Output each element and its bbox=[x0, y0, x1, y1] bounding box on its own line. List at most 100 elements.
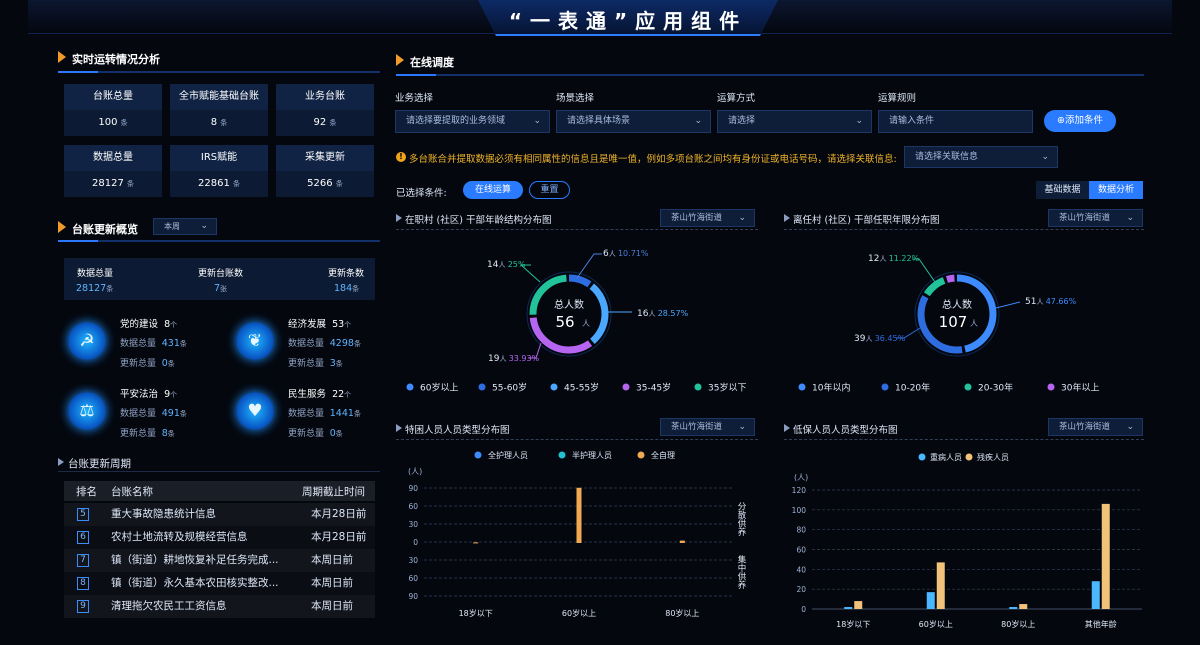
category-card: ⚖ 平安法治 9个 数据总量 491条 更新总量 8条 bbox=[64, 382, 224, 444]
filter-select-2[interactable]: 请选择 ⌄ bbox=[717, 110, 872, 133]
summary-label: 更新台账数 bbox=[198, 269, 244, 279]
unit: 条 bbox=[335, 360, 343, 368]
header-date: 周期截止时间 bbox=[302, 486, 365, 498]
table-row[interactable]: 5 重大事故隐患统计信息 本月28日前 bbox=[64, 503, 375, 526]
unit: 条 bbox=[179, 410, 187, 418]
table-row[interactable]: 6 农村土地流转及规模经营信息 本月28日前 bbox=[64, 526, 375, 549]
summary-label: 更新条数 bbox=[328, 269, 365, 279]
filter-select-3[interactable]: 请输入条件 bbox=[878, 110, 1033, 133]
reset-button[interactable]: 重置 bbox=[529, 181, 570, 199]
chevron-down-icon: ⌄ bbox=[1126, 213, 1134, 223]
tag-online-compute[interactable]: 在线运算 bbox=[463, 181, 523, 199]
unit: 条 bbox=[167, 430, 175, 438]
filter-select-0[interactable]: 请选择要提取的业务领域 ⌄ bbox=[395, 110, 550, 133]
legend-dot bbox=[918, 453, 926, 461]
slice-percent: 11.22% bbox=[889, 254, 920, 263]
donut-center-label: 总人数 bbox=[554, 298, 584, 311]
summary-label: 数据总量 bbox=[77, 269, 114, 279]
legend-label: 30年以上 bbox=[1061, 382, 1099, 394]
stat-label: 全市赋能基础台账 bbox=[170, 84, 268, 110]
table-row[interactable]: 8 镇（街道）永久基本农田核实整改... 本周日前 bbox=[64, 572, 375, 595]
legend-label: 45-55岁 bbox=[564, 382, 599, 394]
chart4-street-select[interactable]: 茶山竹海街道 ⌄ bbox=[1048, 418, 1143, 436]
y-tick: 80 bbox=[796, 526, 806, 535]
y-tick: 0 bbox=[801, 605, 806, 614]
bar bbox=[854, 601, 863, 609]
stat-number: 92 bbox=[313, 117, 327, 128]
stat-value: 100 条 bbox=[64, 110, 162, 136]
y-tick: 60 bbox=[408, 502, 418, 511]
slice-label: 12人 11.22% bbox=[868, 254, 920, 264]
rank-badge: 8 bbox=[77, 577, 89, 590]
unit: 条 bbox=[329, 119, 337, 127]
stat-value: 5266 条 bbox=[276, 171, 374, 197]
slice-percent: 10.71% bbox=[618, 249, 649, 258]
stat-card: 台账总量 100 条 bbox=[64, 84, 162, 136]
legend-label: 20-30年 bbox=[978, 382, 1013, 394]
filter-select-1[interactable]: 请选择具体场景 ⌄ bbox=[556, 110, 711, 133]
stat-card: 业务台账 92 条 bbox=[276, 84, 374, 136]
y-tick: 90 bbox=[408, 592, 418, 601]
category-name: 平安法治 9个 bbox=[120, 386, 177, 400]
total-label: 数据总量 bbox=[288, 339, 325, 349]
legend-dot bbox=[798, 383, 806, 391]
unit: 个 bbox=[170, 391, 178, 399]
filter-row: 业务选择 请选择要提取的业务领域 ⌄ 场景选择 请选择具体场景 ⌄ 运算方式 请选择 ⌄ 运算规则… bbox=[395, 90, 1035, 134]
chevron-down-icon: ⌄ bbox=[533, 116, 541, 126]
label-leader-line bbox=[576, 253, 602, 279]
legend-label: 60岁以上 bbox=[420, 382, 458, 394]
section-arrow-icon bbox=[58, 51, 66, 63]
chevron-down-icon: ⌄ bbox=[1126, 422, 1134, 432]
chart4-bars: 重病人员 残疾人员 (人) 120 100 80 60 40 20 0 18岁以下 60岁以上 80岁以… bbox=[792, 452, 1142, 629]
rank-badge: 5 bbox=[77, 508, 89, 521]
stat-label: 业务台账 bbox=[276, 84, 374, 110]
bar bbox=[844, 607, 853, 609]
stat-value: 8 条 bbox=[170, 110, 268, 136]
party-icon: ☭ bbox=[68, 322, 106, 360]
legend-label: 35-45岁 bbox=[636, 382, 671, 394]
unit: 条 bbox=[353, 340, 361, 348]
legend-dot bbox=[965, 453, 973, 461]
slice-label: 39人 36.45% bbox=[854, 334, 906, 344]
table-row[interactable]: 7 镇（街道）耕地恢复补足任务完成... 本周日前 bbox=[64, 549, 375, 572]
total-label: 数据总量 bbox=[120, 339, 157, 349]
ledger-name: 清理拖欠农民工工资信息 bbox=[111, 600, 227, 612]
y-unit: (人) bbox=[794, 473, 808, 482]
period-select[interactable]: 本周 ⌄ bbox=[153, 218, 217, 235]
category-name: 经济发展 53个 bbox=[288, 316, 351, 330]
category-list: ☭ 党的建设 8个 数据总量 431条 更新总量 0条 ❦ 经济发展 53个 数… bbox=[64, 312, 384, 442]
update-summary: 数据总量 28127条 更新台账数 7张 更新条数 184条 bbox=[64, 258, 375, 300]
deadline: 本月28日前 bbox=[311, 531, 367, 543]
unit: 条 bbox=[167, 360, 175, 368]
stat-number: 5266 bbox=[307, 178, 333, 189]
updated-label: 更新总量 bbox=[288, 429, 325, 439]
filter-placeholder: 请选择具体场景 bbox=[567, 116, 631, 126]
rank-badge: 9 bbox=[77, 600, 89, 613]
slice-percent: 28.57% bbox=[658, 309, 689, 318]
category-card: ♥ 民生服务 22个 数据总量 1441条 更新总量 0条 bbox=[232, 382, 392, 444]
bar bbox=[473, 542, 479, 544]
chart1-street-select[interactable]: 茶山竹海街道 ⌄ bbox=[660, 209, 755, 227]
rank-badge: 6 bbox=[77, 531, 89, 544]
chart3-title: 特困人员人员类型分布图 bbox=[405, 425, 510, 436]
slice-label: 16人 28.57% bbox=[637, 309, 689, 319]
updated-label: 更新总量 bbox=[120, 429, 157, 439]
chart3-street-select[interactable]: 茶山竹海街道 ⌄ bbox=[660, 418, 755, 436]
bar bbox=[1101, 503, 1110, 609]
add-condition-button[interactable]: ⊕添加条件 bbox=[1044, 110, 1116, 132]
unit: 个 bbox=[344, 321, 352, 329]
legend-dot bbox=[1047, 383, 1055, 391]
stat-number: 8 bbox=[210, 117, 218, 128]
updated-label: 更新总量 bbox=[288, 359, 325, 369]
tab-basic-data[interactable]: 基础数据 bbox=[1036, 181, 1089, 199]
donut-center-label: 总人数 bbox=[942, 298, 972, 311]
table-row[interactable]: 9 清理拖欠农民工工资信息 本周日前 bbox=[64, 595, 375, 618]
related-info-select[interactable]: 请选择关联信息 ⌄ bbox=[904, 146, 1058, 168]
legend-label: 55-60岁 bbox=[492, 382, 527, 394]
unit: 人 bbox=[582, 319, 590, 328]
deadline: 本周日前 bbox=[311, 554, 353, 566]
side-label-top: 分散供养 bbox=[736, 502, 746, 537]
unit: 人 bbox=[609, 250, 618, 258]
chart2-street-select[interactable]: 茶山竹海街道 ⌄ bbox=[1048, 209, 1143, 227]
tab-data-analysis[interactable]: 数据分析 bbox=[1089, 181, 1143, 199]
